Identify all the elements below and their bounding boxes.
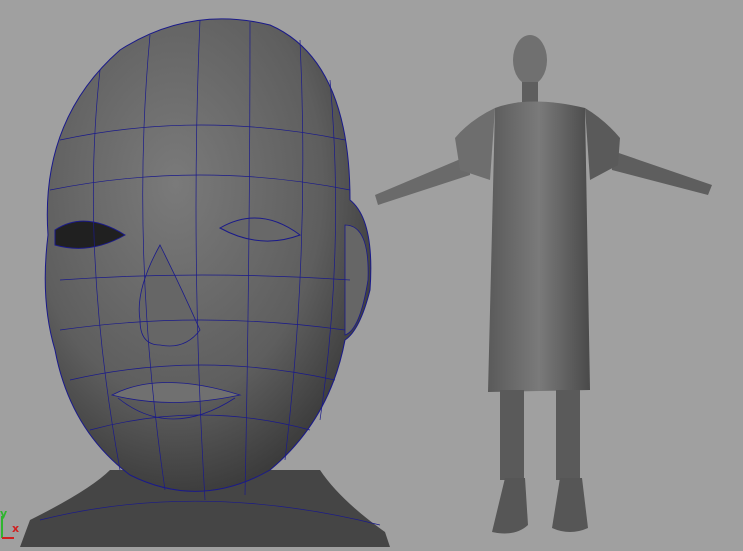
y-axis-label: y [0, 507, 8, 520]
full-body-character-mesh [375, 35, 712, 534]
viewport-canvas[interactable] [0, 0, 743, 547]
3d-viewport[interactable]: y x [0, 0, 743, 547]
head-closeup-mesh [20, 18, 390, 547]
x-axis-label: x [12, 522, 20, 535]
